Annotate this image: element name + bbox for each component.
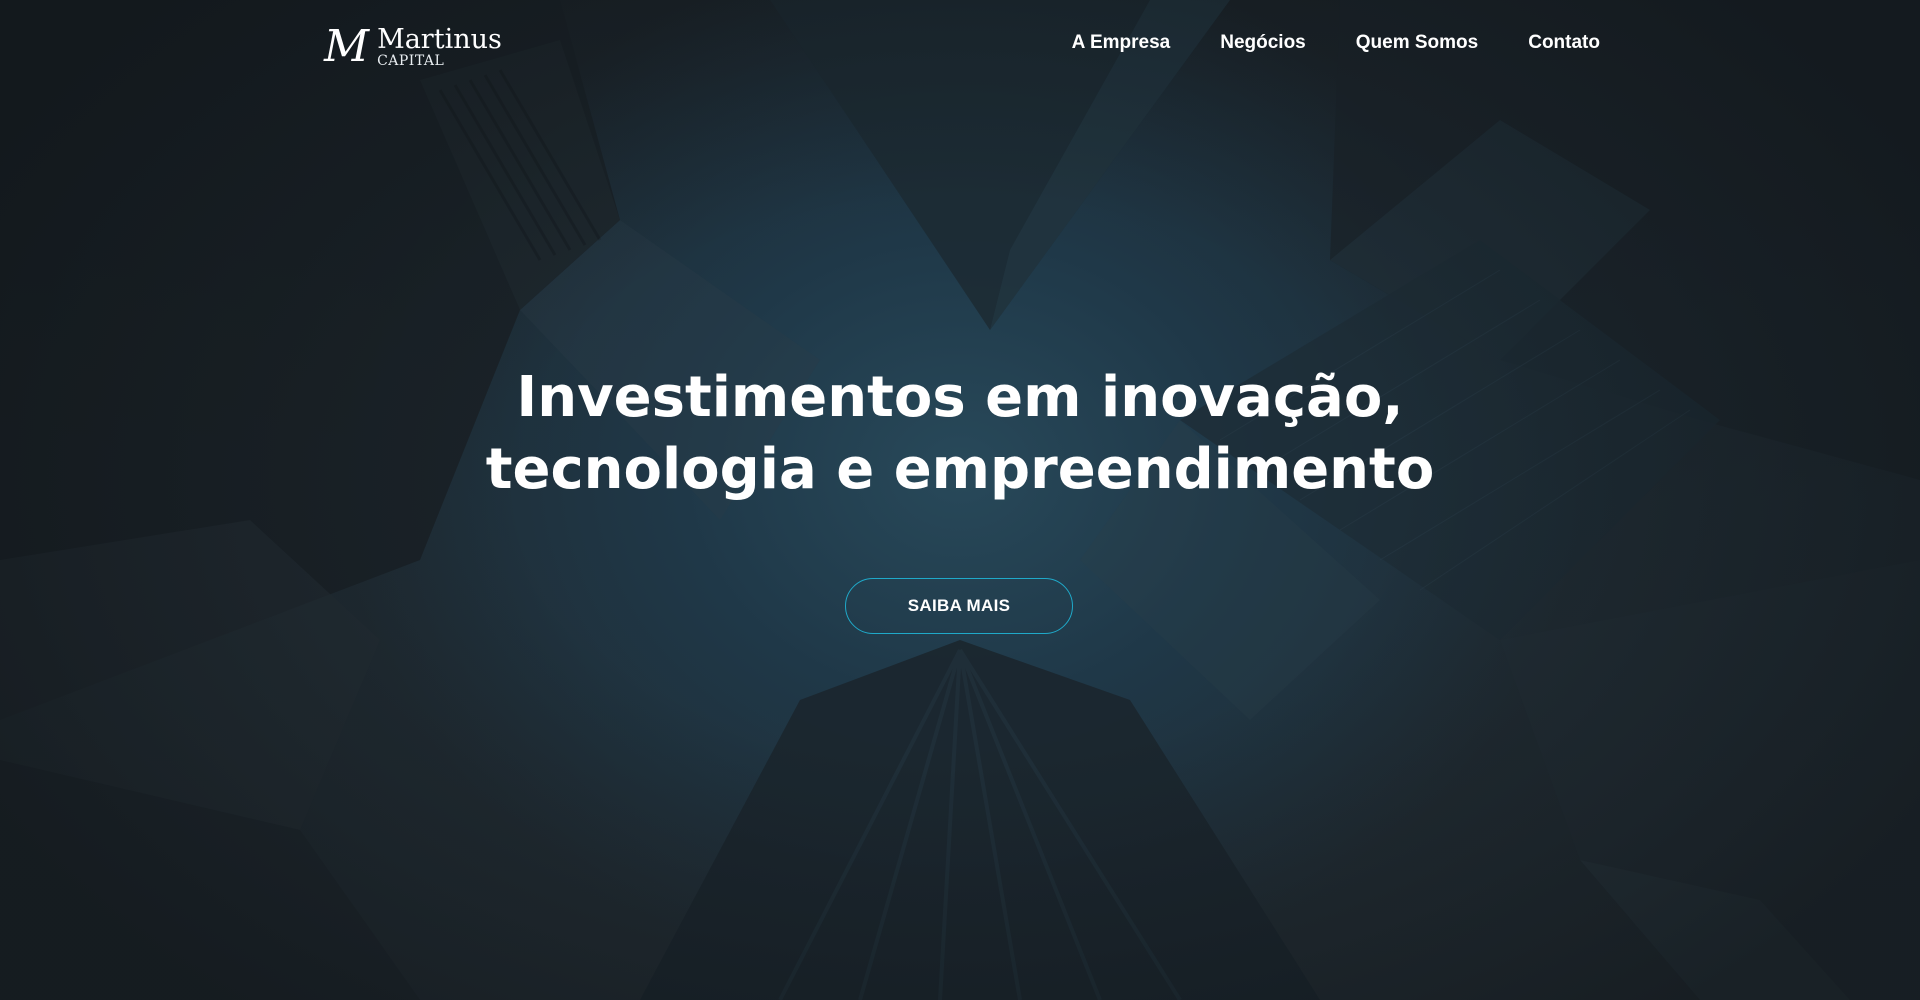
- nav-item-quem-somos[interactable]: Quem Somos: [1356, 32, 1478, 54]
- hero-headline-line-2: tecnologia e empreendimento: [485, 437, 1435, 502]
- saiba-mais-button[interactable]: SAIBA MAIS: [845, 578, 1073, 634]
- brand-logo[interactable]: M Martinus CAPITAL: [324, 22, 502, 72]
- nav-item-negocios[interactable]: Negócios: [1220, 32, 1306, 54]
- hero-section: M Martinus CAPITAL A Empresa Negócios Qu…: [0, 0, 1920, 1000]
- logo-monogram: M: [324, 21, 369, 72]
- nav-item-a-empresa[interactable]: A Empresa: [1072, 32, 1171, 54]
- main-nav: A Empresa Negócios Quem Somos Contato: [1022, 32, 1600, 54]
- hero-headline-line-1: Investimentos em inovação,: [516, 365, 1404, 430]
- hero-headline: Investimentos em inovação, tecnologia e …: [360, 362, 1560, 506]
- brand-subtitle: CAPITAL: [377, 53, 445, 69]
- site-header: M Martinus CAPITAL A Empresa Negócios Qu…: [0, 0, 1920, 90]
- brand-name: Martinus: [377, 24, 502, 55]
- nav-item-contato[interactable]: Contato: [1528, 32, 1600, 54]
- logo-wordmark: Martinus CAPITAL: [377, 26, 502, 68]
